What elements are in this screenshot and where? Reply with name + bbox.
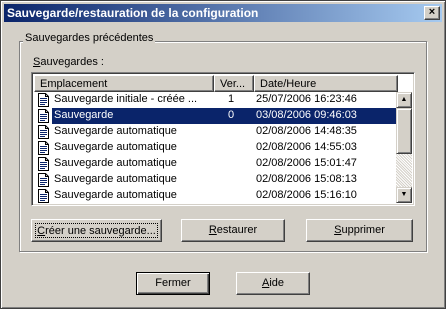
scroll-down-button[interactable]: ▼	[396, 187, 412, 203]
list-item[interactable]: Sauvegarde automatique 02/08/2006 14:55:0…	[34, 140, 398, 156]
cell-location: Sauvegarde automatique	[54, 157, 177, 169]
cell-datetime: 02/08/2006 15:08:13	[256, 173, 357, 185]
row-highlight: Sauvegarde 0 03/08/2006 09:46:03	[52, 108, 398, 124]
row-highlight: Sauvegarde automatique 02/08/2006 15:16:1…	[52, 188, 398, 204]
restore-label: Restaurer	[208, 224, 258, 236]
restore-button[interactable]: Restaurer	[181, 219, 285, 242]
list-item[interactable]: Sauvegarde automatique 02/08/2006 15:16:1…	[34, 188, 398, 204]
document-icon	[38, 173, 49, 187]
document-icon	[38, 109, 49, 123]
list-item[interactable]: Sauvegarde 0 03/08/2006 09:46:03	[34, 108, 398, 124]
column-header-datetime[interactable]: Date/Heure	[254, 75, 398, 92]
cell-datetime: 02/08/2006 15:16:10	[256, 189, 357, 201]
row-highlight: Sauvegarde initiale - créée ... 1 25/07/20…	[52, 92, 398, 108]
dialog-window: Sauvegarde/restauration de la configurat…	[0, 0, 446, 309]
cell-location: Sauvegarde automatique	[54, 125, 177, 137]
scroll-up-button[interactable]: ▲	[396, 92, 412, 108]
cell-datetime: 02/08/2006 15:01:47	[256, 157, 357, 169]
list-item[interactable]: Sauvegarde automatique 02/08/2006 15:01:4…	[34, 156, 398, 172]
cell-location: Sauvegarde	[54, 109, 114, 121]
cell-datetime: 03/08/2006 09:46:03	[256, 109, 357, 121]
cell-datetime: 02/08/2006 14:55:03	[256, 141, 357, 153]
cell-version: 0	[228, 109, 235, 121]
list-item[interactable]: Sauvegarde automatique 02/08/2006 14:48:3…	[34, 124, 398, 140]
document-icon	[38, 93, 49, 107]
row-highlight: Sauvegarde automatique 02/08/2006 14:55:0…	[52, 140, 398, 156]
backups-list-label: Sauvegardes :	[33, 56, 104, 68]
cell-location: Sauvegarde initiale - créée ...	[54, 93, 198, 105]
cell-version: 1	[228, 93, 235, 105]
group-legend: Sauvegardes précédentes	[23, 32, 156, 44]
row-highlight: Sauvegarde automatique 02/08/2006 14:48:3…	[52, 124, 398, 140]
list-item[interactable]: Sauvegarde automatique 02/08/2006 15:08:1…	[34, 172, 398, 188]
list-item[interactable]: Sauvegarde initiale - créée ... 1 25/07/20…	[34, 92, 398, 108]
cell-location: Sauvegarde automatique	[54, 141, 177, 153]
scroll-thumb[interactable]	[396, 108, 412, 154]
help-button[interactable]: Aide	[236, 272, 310, 295]
column-header-version[interactable]: Ver...	[214, 75, 254, 92]
row-highlight: Sauvegarde automatique 02/08/2006 15:01:4…	[52, 156, 398, 172]
backups-listview[interactable]: Emplacement Ver... Date/Heure Sauvegarde…	[31, 72, 415, 206]
close-window-button[interactable]: ×	[424, 6, 440, 20]
delete-button[interactable]: Supprimer	[306, 219, 413, 242]
delete-label: Supprimer	[334, 224, 385, 236]
cell-datetime: 02/08/2006 14:48:35	[256, 125, 357, 137]
cell-location: Sauvegarde automatique	[54, 173, 177, 185]
column-header-location[interactable]: Emplacement	[34, 75, 214, 92]
help-label: Aide	[261, 277, 285, 289]
document-icon	[38, 157, 49, 171]
create-backup-button[interactable]: Créer une sauvegarde...	[31, 219, 162, 242]
create-backup-label: Créer une sauvegarde...	[35, 223, 158, 238]
title-bar[interactable]: Sauvegarde/restauration de la configurat…	[4, 4, 442, 22]
vertical-scrollbar[interactable]: ▲ ▼	[396, 92, 412, 203]
cell-location: Sauvegarde automatique	[54, 189, 177, 201]
list-header: Emplacement Ver... Date/Heure	[34, 75, 398, 92]
window-title: Sauvegarde/restauration de la configurat…	[7, 6, 259, 20]
close-button[interactable]: Fermer	[136, 272, 210, 295]
document-icon	[38, 125, 49, 139]
row-highlight: Sauvegarde automatique 02/08/2006 15:08:1…	[52, 172, 398, 188]
document-icon	[38, 141, 49, 155]
document-icon	[38, 189, 49, 203]
cell-datetime: 25/07/2006 16:23:46	[256, 93, 357, 105]
